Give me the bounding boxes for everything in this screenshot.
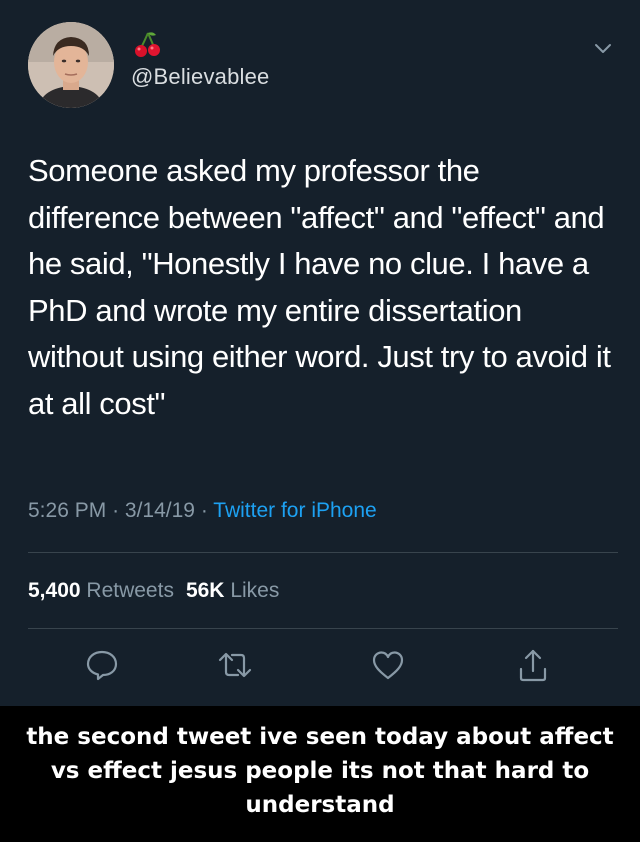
reply-icon[interactable] <box>80 643 124 687</box>
cherries-emoji-icon <box>133 30 163 60</box>
tweet-card: @Believablee Someone asked my professor … <box>0 0 640 706</box>
likes-stat[interactable]: 56K Likes <box>186 579 279 602</box>
meme-caption: the second tweet ive seen today about af… <box>0 720 640 822</box>
retweets-label: Retweets <box>86 579 174 602</box>
chevron-down-icon[interactable] <box>590 36 616 62</box>
meta-separator: · <box>200 499 208 522</box>
tweet-stats: 5,400 Retweets 56K Likes <box>28 579 279 603</box>
retweets-stat[interactable]: 5,400 Retweets <box>28 579 174 602</box>
like-icon[interactable] <box>366 643 410 687</box>
tweet-text: Someone asked my professor the differenc… <box>28 153 611 421</box>
tweet-source-link[interactable]: Twitter for iPhone <box>213 499 376 522</box>
caption-line: understand <box>245 792 395 818</box>
user-handle[interactable]: @Believablee <box>131 64 269 90</box>
retweet-icon[interactable] <box>213 643 257 687</box>
divider <box>28 628 618 629</box>
tweet-time: 5:26 PM <box>28 499 107 522</box>
likes-count: 56K <box>185 579 225 602</box>
meta-separator: · <box>112 499 120 522</box>
avatar[interactable] <box>28 22 114 108</box>
caption-line: the second tweet ive seen today about af… <box>26 724 614 750</box>
tweet-date: 3/14/19 <box>124 499 195 522</box>
divider <box>28 552 618 553</box>
retweets-count: 5,400 <box>28 579 81 602</box>
share-icon[interactable] <box>511 643 555 687</box>
caption-line: vs effect jesus people its not that hard… <box>50 758 590 784</box>
likes-label: Likes <box>230 579 280 602</box>
tweet-meta: 5:26 PM · 3/14/19 · Twitter for iPhone <box>28 499 377 523</box>
